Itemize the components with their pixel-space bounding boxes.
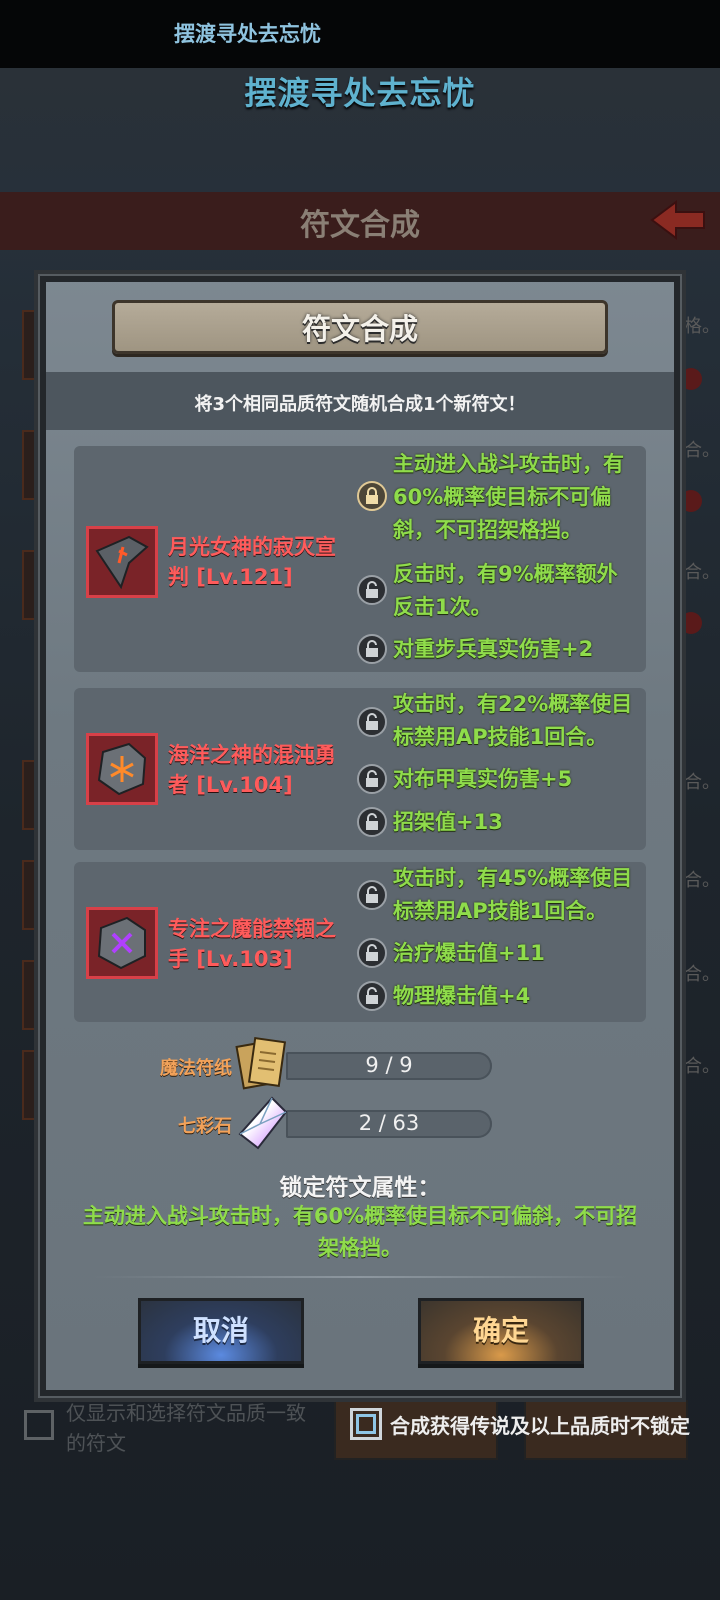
checkbox-inner: [356, 1414, 376, 1434]
status-bar-title: 摆渡寻处去忘忧: [174, 22, 321, 46]
lock-icon[interactable]: [357, 807, 387, 837]
lock-icon[interactable]: [357, 634, 387, 664]
lock-icon[interactable]: [357, 707, 387, 737]
lock-icon[interactable]: [357, 575, 387, 605]
confirm-button[interactable]: 确定: [418, 1298, 584, 1364]
dialog-subtitle: 将3个相同品质符文随机合成1个新符文！: [194, 394, 526, 415]
lock-icon[interactable]: [357, 481, 387, 511]
resource-value: 9 / 9: [365, 1053, 413, 1077]
lock-icon[interactable]: [357, 880, 387, 910]
rune-attribute: 物理爆击值+4: [393, 984, 531, 1008]
rainbow-crystal-icon: [238, 1096, 288, 1150]
lock-icon[interactable]: [357, 938, 387, 968]
rune-shard-red-icon[interactable]: [86, 526, 158, 598]
background-header-title: 符文合成: [300, 208, 420, 243]
resource-label: 魔法符纸: [160, 1058, 232, 1079]
filter-checkbox[interactable]: [24, 1410, 54, 1440]
rune-stone-orange-icon[interactable]: [86, 733, 158, 805]
rune-name: 月光女神的寂灭宣判 [Lv.121]: [168, 535, 336, 589]
background-side-text: 合。: [684, 440, 720, 461]
rune-attribute: 主动进入战斗攻击时，有60%概率使目标不可偏斜，不可招架格挡。: [393, 452, 624, 542]
background-side-text: 合。: [684, 870, 720, 891]
rune-attribute: 招架值+13: [393, 810, 503, 834]
rune-attribute: 治疗爆击值+11: [393, 941, 545, 965]
rune-name: 海洋之神的混沌勇者 [Lv.104]: [168, 743, 336, 797]
filter-checkbox-label: 仅显示和选择符文品质一致的符文: [66, 1401, 306, 1455]
cancel-button[interactable]: 取消: [138, 1298, 304, 1364]
lock-icon[interactable]: [357, 764, 387, 794]
rune-attribute: 攻击时，有22%概率使目标禁用AP技能1回合。: [393, 692, 633, 749]
background-side-text: 合。: [684, 772, 720, 793]
lock-icon[interactable]: [357, 981, 387, 1011]
rune-attribute: 对布甲真实伤害+5: [393, 767, 573, 791]
rune-attribute: 攻击时，有45%概率使目标禁用AP技能1回合。: [393, 866, 633, 923]
status-bar: [0, 0, 720, 68]
rune-attribute: 反击时，有9%概率额外反击1次。: [393, 562, 618, 619]
no-lock-legendary-label: 合成获得传说及以上品质时不锁定: [390, 1414, 690, 1438]
resource-value: 2 / 63: [358, 1111, 420, 1135]
dialog-title: 符文合成: [301, 312, 418, 346]
app-title: 摆渡寻处去忘忧: [244, 74, 476, 112]
rune-stone-purple-icon[interactable]: [86, 907, 158, 979]
background-side-text: 合。: [684, 562, 720, 583]
background-side-text: 合。: [684, 964, 720, 985]
resource-label: 七彩石: [178, 1116, 232, 1137]
rune-name: 专注之魔能禁锢之手 [Lv.103]: [168, 917, 336, 971]
locked-attribute-title: 锁定符文属性：: [279, 1175, 441, 1201]
scroll-paper-icon: [235, 1036, 287, 1090]
rune-attribute: 对重步兵真实伤害+2: [393, 637, 594, 661]
background-side-text: 合。: [684, 1056, 720, 1077]
back-arrow-icon[interactable]: [650, 198, 708, 242]
divider: [92, 1276, 628, 1278]
background-side-text: 格。: [684, 316, 720, 337]
locked-attribute-desc: 主动进入战斗攻击时，有60%概率使目标不可偏斜，不可招架格挡。: [82, 1204, 638, 1260]
